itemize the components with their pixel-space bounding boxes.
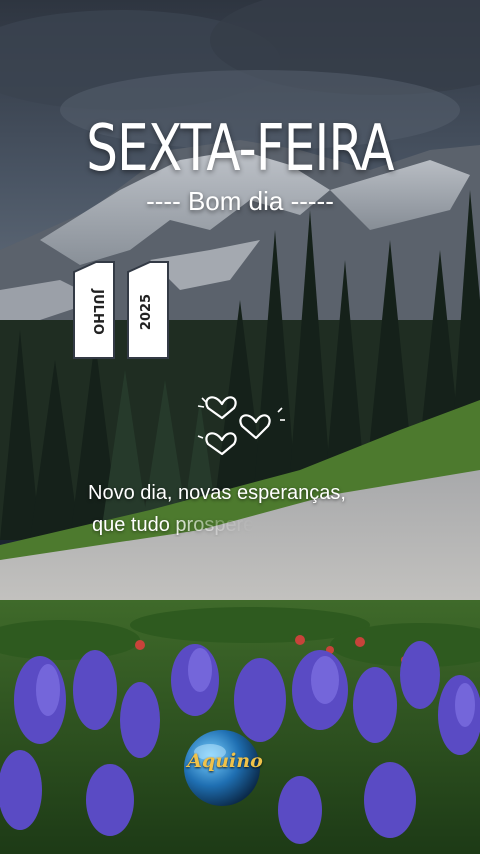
quote-line-2: que tudo prospere <box>92 514 255 536</box>
weekday-title: SEXTA-FEIRA <box>86 112 394 186</box>
greeting-subtitle: ---- Bom dia ----- <box>146 186 334 216</box>
hearts-icon <box>197 396 285 456</box>
quote-line-1: Novo dia, novas esperanças, <box>88 482 346 504</box>
aquino-logo-text: Aquino <box>187 750 263 772</box>
story-canvas: SEXTA-FEIRA ---- Bom dia ----- JULHO 202… <box>0 0 480 854</box>
date-day-display <box>66 258 176 368</box>
